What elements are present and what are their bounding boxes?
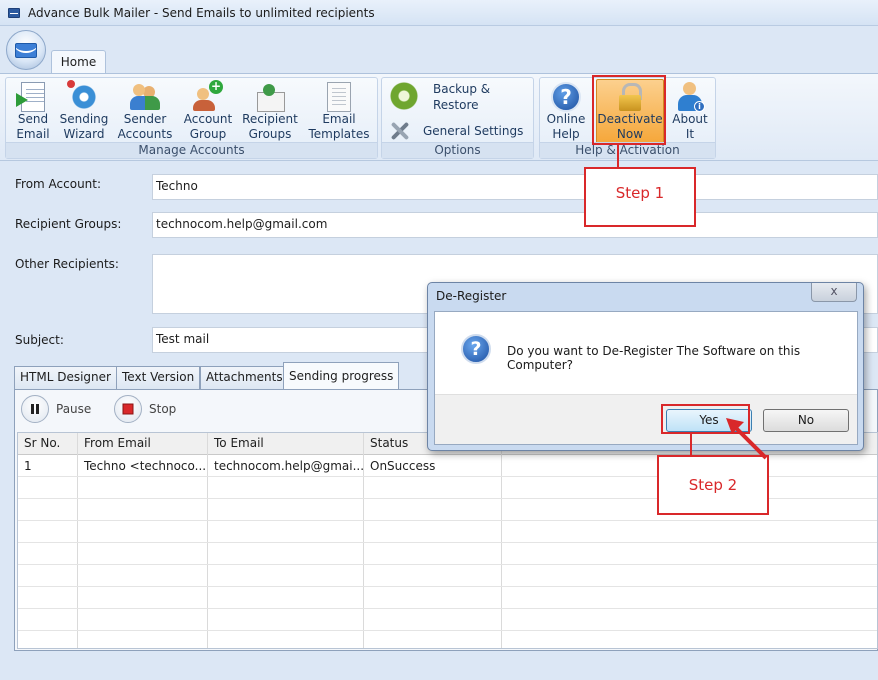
stop-label: Stop (149, 402, 177, 416)
from-account-field[interactable]: Techno (152, 174, 878, 200)
title-bar: Advance Bulk Mailer - Send Emails to unl… (0, 0, 878, 26)
header-from-email[interactable]: From Email (84, 436, 151, 450)
window-title: Advance Bulk Mailer - Send Emails to unl… (28, 5, 375, 20)
envelope-icon (15, 42, 37, 58)
app-menu-button[interactable] (6, 30, 46, 70)
cell-from-email: Techno <technoco... (84, 459, 207, 473)
send-email-label-1: Send (17, 112, 49, 126)
header-status[interactable]: Status (370, 436, 408, 450)
email-templates-label-2: Templates (308, 127, 370, 141)
group-label-options: Options (382, 142, 533, 158)
stop-button[interactable]: Stop (114, 395, 176, 423)
recipient-groups-icon (255, 82, 285, 112)
sender-accounts-button[interactable]: Sender Accounts (117, 80, 173, 144)
online-help-label-2: Help (552, 127, 580, 141)
email-templates-icon (327, 82, 351, 112)
online-help-label-1: Online (546, 112, 586, 126)
sending-wizard-label-1: Sending (59, 112, 109, 126)
about-label-1: About (672, 112, 708, 126)
send-email-button[interactable]: Send Email (11, 80, 55, 144)
table-row-empty (18, 609, 877, 631)
recipient-groups-label-2: Groups (248, 127, 292, 141)
about-label-2: It (685, 127, 695, 141)
question-icon: ? (461, 334, 491, 364)
send-email-icon (16, 82, 45, 112)
dialog-title: De-Register (436, 289, 507, 303)
account-group-icon: + (193, 79, 223, 112)
stop-icon (114, 395, 142, 423)
cell-to-email: technocom.help@gmai... (214, 459, 365, 473)
pause-label: Pause (56, 402, 92, 416)
other-recipients-label: Other Recipients: (15, 257, 119, 271)
step1-connector (617, 145, 619, 167)
sending-wizard-label-2: Wizard (63, 127, 105, 141)
recipient-groups-field[interactable]: technocom.help@gmail.com (152, 212, 878, 238)
account-group-label-2: Group (189, 127, 227, 141)
recipient-groups-label-1: Recipient (242, 112, 298, 126)
step1-highlight (592, 75, 666, 145)
pause-icon (21, 395, 49, 423)
ribbon-tab-strip: Home (0, 26, 878, 74)
recipient-groups-label: Recipient Groups: (15, 217, 122, 231)
group-options: Backup & Restore General Settings Option… (381, 77, 534, 159)
cell-sr-no: 1 (24, 459, 32, 473)
recipient-groups-button[interactable]: Recipient Groups (242, 80, 298, 144)
email-templates-button[interactable]: Email Templates (308, 80, 370, 144)
header-to-email[interactable]: To Email (214, 436, 264, 450)
backup-label-2: Restore (433, 98, 479, 112)
account-group-label-1: Account (183, 112, 233, 126)
close-icon: x (830, 284, 838, 298)
group-manage-accounts: Send Email Sending Wizard Sender Account… (5, 77, 378, 159)
dialog-body: ? Do you want to De-Register The Softwar… (434, 311, 858, 445)
from-account-label: From Account: (15, 177, 102, 191)
backup-restore-button[interactable]: Backup & Restore (390, 82, 530, 116)
table-row-empty (18, 543, 877, 565)
tab-home[interactable]: Home (51, 50, 106, 74)
tab-sending-progress[interactable]: Sending progress (283, 362, 400, 390)
table-row-empty (18, 521, 877, 543)
de-register-dialog: De-Register x ? Do you want to De-Regist… (427, 282, 864, 451)
send-email-label-2: Email (16, 127, 50, 141)
header-sr-no[interactable]: Sr No. (24, 436, 60, 450)
backup-icon (390, 82, 418, 110)
backup-label-1: Backup & (433, 82, 491, 96)
table-row-empty (18, 565, 877, 587)
tab-html-designer[interactable]: HTML Designer (14, 366, 117, 389)
sending-wizard-button[interactable]: Sending Wizard (59, 80, 109, 144)
about-button[interactable]: i About It (668, 80, 712, 144)
step2-connector (690, 434, 692, 456)
wizard-icon (67, 80, 99, 112)
plus-icon: + (209, 79, 223, 94)
email-templates-label-1: Email (322, 112, 356, 126)
help-icon: ? (551, 82, 581, 112)
tab-attachments[interactable]: Attachments (200, 366, 289, 389)
about-icon: i (675, 82, 705, 112)
subject-label: Subject: (15, 333, 64, 347)
general-settings-button[interactable]: General Settings (390, 122, 530, 142)
table-row-empty (18, 587, 877, 609)
sender-accounts-label-2: Accounts (117, 127, 173, 141)
step2-arrow-icon (726, 418, 768, 460)
sender-accounts-icon (130, 82, 160, 112)
tab-text-version[interactable]: Text Version (116, 366, 201, 389)
online-help-button[interactable]: ? Online Help (543, 80, 589, 144)
app-icon (8, 7, 20, 18)
info-icon: i (694, 101, 705, 112)
cell-status: OnSuccess (370, 459, 436, 473)
dialog-message: Do you want to De-Register The Software … (507, 344, 801, 372)
group-label-manage-accounts: Manage Accounts (6, 142, 377, 158)
sender-accounts-label-1: Sender (123, 112, 167, 126)
step1-callout: Step 1 (584, 167, 696, 227)
dialog-close-button[interactable]: x (811, 283, 857, 302)
dialog-footer: Yes No (435, 394, 857, 444)
pause-button[interactable]: Pause (21, 395, 91, 423)
general-settings-label: General Settings (423, 124, 524, 138)
account-group-button[interactable]: + Account Group (181, 80, 235, 144)
ribbon: Send Email Sending Wizard Sender Account… (0, 73, 878, 161)
tools-icon (390, 120, 412, 142)
